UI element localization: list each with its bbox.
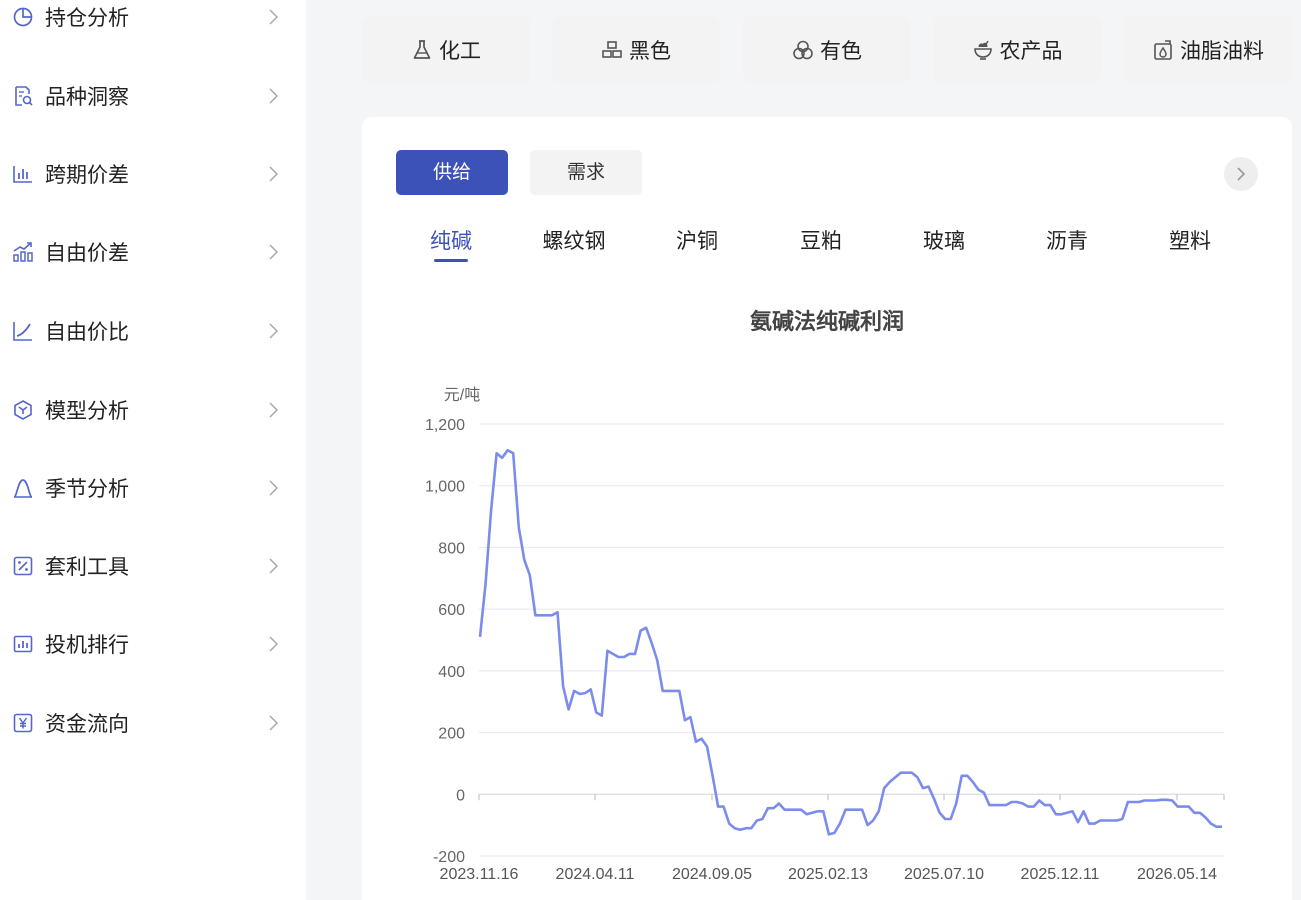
sidebar-item-5[interactable]: 模型分析 <box>0 380 306 440</box>
percent-box-icon <box>12 555 34 577</box>
trend-bars-icon <box>12 241 34 263</box>
series-line <box>478 448 1222 836</box>
sidebar-item-label: 自由价差 <box>45 241 129 265</box>
bar-chart-icon <box>12 163 34 185</box>
x-tick-label: 2026.05.14 <box>1137 866 1217 883</box>
sidebar-item-label: 套利工具 <box>45 555 129 579</box>
sidebar-item-9[interactable]: 资金流向 <box>0 693 306 753</box>
sidebar-item-label: 品种洞察 <box>45 85 129 109</box>
line-chart-icon <box>12 320 34 342</box>
y-tick-label: 400 <box>438 664 465 681</box>
chart-card: 供给 需求 纯碱 螺纹钢 沪铜 豆粕 玻璃 沥青 塑料 氨碱法纯碱利润 元/吨 -200 0 20… <box>362 117 1292 900</box>
sidebar-item-4[interactable]: 自由价比 <box>0 301 306 361</box>
sidebar-item-label: 季节分析 <box>45 477 129 501</box>
x-tick-label: 2024.09.05 <box>672 866 752 883</box>
yen-box-icon <box>12 712 34 734</box>
category-label: 黑色 <box>629 38 671 63</box>
sidebar: 持仓分析品种洞察跨期价差自由价差自由价比模型分析季节分析套利工具投机排行资金流向 <box>0 0 306 900</box>
x-tick-label: 2024.04.11 <box>556 866 635 883</box>
sidebar-item-label: 模型分析 <box>45 399 129 423</box>
sidebar-item-label: 跨期价差 <box>45 163 129 187</box>
chevron-right-icon <box>266 479 280 497</box>
bowl-icon <box>972 39 994 61</box>
sidebar-item-0[interactable]: 持仓分析 <box>0 0 306 47</box>
oil-can-icon <box>1152 39 1174 61</box>
hexagon-model-icon <box>12 399 34 421</box>
y-tick-label: -200 <box>433 849 465 866</box>
ranking-chart-icon <box>12 633 34 655</box>
x-tick-label: 2023.11.16 <box>440 866 519 883</box>
chevron-right-icon <box>266 165 280 183</box>
category-button-3[interactable]: 农产品 <box>933 16 1101 83</box>
chevron-right-icon <box>266 87 280 105</box>
sidebar-item-2[interactable]: 跨期价差 <box>0 144 306 204</box>
sidebar-item-label: 投机排行 <box>45 633 129 657</box>
category-label: 农产品 <box>999 38 1063 63</box>
category-button-2[interactable]: 有色 <box>743 16 911 83</box>
category-label: 化工 <box>439 38 481 63</box>
y-tick-label: 200 <box>438 726 465 743</box>
chevron-right-icon <box>266 243 280 261</box>
sidebar-item-label: 自由价比 <box>45 320 129 344</box>
sidebar-item-6[interactable]: 季节分析 <box>0 458 306 518</box>
category-label: 有色 <box>820 38 862 63</box>
chevron-right-icon <box>266 557 280 575</box>
sidebar-item-3[interactable]: 自由价差 <box>0 222 306 282</box>
category-label: 油脂油料 <box>1180 38 1264 63</box>
category-button-4[interactable]: 油脂油料 <box>1124 16 1292 83</box>
x-tick-label: 2025.07.10 <box>904 866 984 883</box>
category-button-0[interactable]: 化工 <box>362 16 530 83</box>
y-tick-label: 800 <box>438 540 465 557</box>
chevron-right-icon <box>266 635 280 653</box>
chevron-right-icon <box>266 714 280 732</box>
y-tick-label: 1,000 <box>425 479 465 496</box>
blocks-icon <box>601 39 623 61</box>
y-tick-label: 600 <box>438 602 465 619</box>
bell-curve-icon <box>12 477 34 499</box>
sidebar-item-7[interactable]: 套利工具 <box>0 536 306 596</box>
pie-chart-icon <box>12 6 34 28</box>
y-tick-label: 1,200 <box>425 417 465 434</box>
circles-icon <box>792 39 814 61</box>
chevron-right-icon <box>266 322 280 340</box>
x-tick-label: 2025.02.13 <box>788 866 868 883</box>
y-tick-label: 0 <box>456 787 465 804</box>
document-search-icon <box>12 85 34 107</box>
y-axis-unit-label: 元/吨 <box>444 386 480 404</box>
x-tick-label: 2025.12.11 <box>1021 866 1100 883</box>
sidebar-item-label: 持仓分析 <box>45 6 129 30</box>
line-chart: 元/吨 -200 0 200 400 600 800 1,000 1,200 2023.11.16… <box>425 386 1225 883</box>
chevron-right-icon <box>266 8 280 26</box>
flask-icon <box>411 39 433 61</box>
sidebar-item-1[interactable]: 品种洞察 <box>0 66 306 126</box>
sidebar-item-label: 资金流向 <box>45 712 129 736</box>
category-button-1[interactable]: 黑色 <box>552 16 720 83</box>
chevron-right-icon <box>266 401 280 419</box>
chart-area: 元/吨 -200 0 200 400 600 800 1,000 1,200 2023.11.16… <box>362 117 1292 900</box>
sidebar-item-8[interactable]: 投机排行 <box>0 614 306 674</box>
